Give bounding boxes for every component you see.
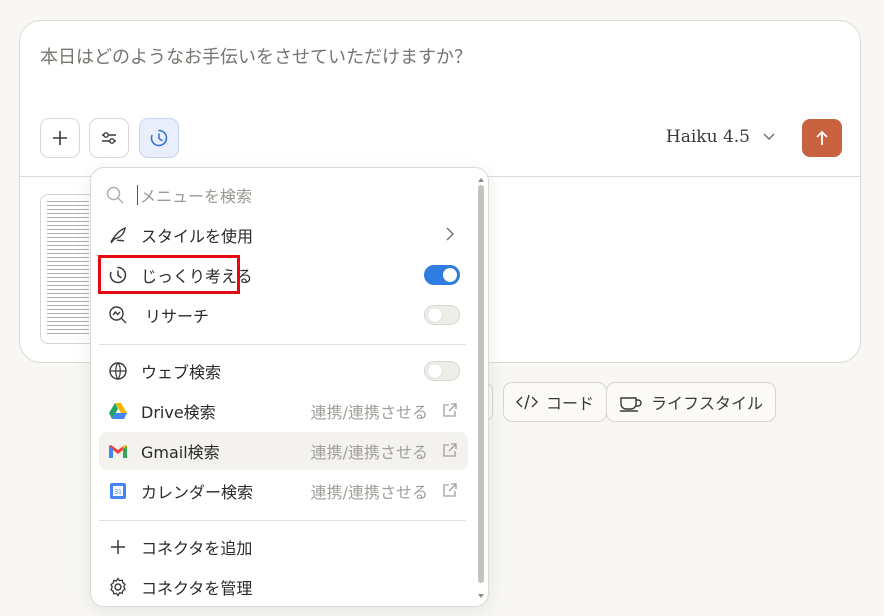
menu-search[interactable]: メニューを検索 <box>105 183 252 207</box>
menu-item-web-search[interactable]: ウェブ検索 <box>99 352 468 390</box>
google-drive-icon <box>109 403 127 419</box>
research-icon <box>109 306 127 324</box>
menu-item-calendar[interactable]: 31 カレンダー検索 連携/連携させる <box>99 472 468 510</box>
menu-item-research-label: リサーチ <box>145 307 210 326</box>
gmail-icon <box>109 445 127 458</box>
menu-item-add-connector[interactable]: コネクタを追加 <box>99 528 468 566</box>
scroll-up-arrow[interactable] <box>477 177 485 183</box>
external-link-icon <box>443 443 457 457</box>
highlight-annotation <box>98 255 240 294</box>
gear-icon <box>110 577 126 597</box>
menu-item-drive-label: Drive検索 <box>141 403 216 422</box>
menu-item-research[interactable]: リサーチ <box>99 296 468 334</box>
menu-item-gmail-label: Gmail検索 <box>141 443 220 462</box>
attachment-thumbnail[interactable] <box>40 194 96 344</box>
chevron-down-icon <box>763 133 775 140</box>
settings-button[interactable] <box>89 118 129 158</box>
calendar-day: 31 <box>114 489 122 496</box>
model-selector[interactable]: Haiku 4.5 <box>666 127 776 147</box>
arrow-up-icon <box>816 130 828 145</box>
menu-item-gmail[interactable]: Gmail検索 連携/連携させる <box>99 432 468 470</box>
scroll-down-arrow[interactable] <box>477 593 485 599</box>
google-calendar-icon: 31 <box>110 483 126 499</box>
model-label: Haiku 4.5 <box>665 127 750 147</box>
chip-lifestyle[interactable]: ライフスタイル <box>606 382 777 422</box>
clock-icon <box>150 129 168 147</box>
chevron-right-icon <box>446 227 454 241</box>
thinking-toggle[interactable] <box>424 265 460 285</box>
chip-lifestyle-label: ライフスタイル <box>651 394 764 413</box>
thinking-button[interactable] <box>139 118 179 158</box>
menu-item-style-label: スタイルを使用 <box>141 227 254 246</box>
plus-icon <box>53 131 67 145</box>
drive-connect-text: 連携/連携させる <box>310 403 428 422</box>
menu-divider <box>99 344 466 345</box>
tools-menu: メニューを検索 スタイルを使用 じっくり考える リサーチ ウェブ検索 Drive… <box>90 167 489 607</box>
external-link-icon <box>443 403 457 417</box>
menu-item-manage-connector-label: コネクタを管理 <box>141 579 253 598</box>
menu-item-add-connector-label: コネクタを追加 <box>141 539 253 558</box>
menu-item-calendar-label: カレンダー検索 <box>141 483 254 502</box>
prompt-input[interactable]: 本日はどのようなお手伝いをさせていただけますか？ <box>40 43 472 69</box>
gmail-connect-text: 連携/連携させる <box>310 443 428 462</box>
menu-item-web-search-label: ウェブ検索 <box>141 363 222 382</box>
calendar-connect-text: 連携/連携させる <box>310 483 428 502</box>
menu-divider <box>99 520 466 521</box>
menu-scrollbar[interactable] <box>477 177 485 599</box>
external-link-icon <box>443 483 457 497</box>
web-search-toggle[interactable] <box>424 361 460 381</box>
menu-item-drive[interactable]: Drive検索 連携/連携させる <box>99 392 468 430</box>
coffee-icon <box>620 397 642 412</box>
scroll-thumb[interactable] <box>478 185 484 583</box>
menu-item-style[interactable]: スタイルを使用 <box>99 216 468 254</box>
chip-code[interactable]: コード <box>503 382 608 422</box>
send-button[interactable] <box>802 119 842 157</box>
feather-icon <box>110 226 126 244</box>
research-toggle[interactable] <box>424 305 460 325</box>
menu-item-manage-connector[interactable]: コネクタを管理 <box>99 568 468 606</box>
plus-icon <box>111 540 125 554</box>
globe-icon <box>109 362 127 380</box>
sliders-icon <box>102 132 116 144</box>
code-icon <box>516 394 538 410</box>
search-icon <box>106 186 124 204</box>
chip-code-label: コード <box>546 394 595 413</box>
add-button[interactable] <box>40 118 80 158</box>
menu-search-input[interactable]: メニューを検索 <box>140 183 252 207</box>
